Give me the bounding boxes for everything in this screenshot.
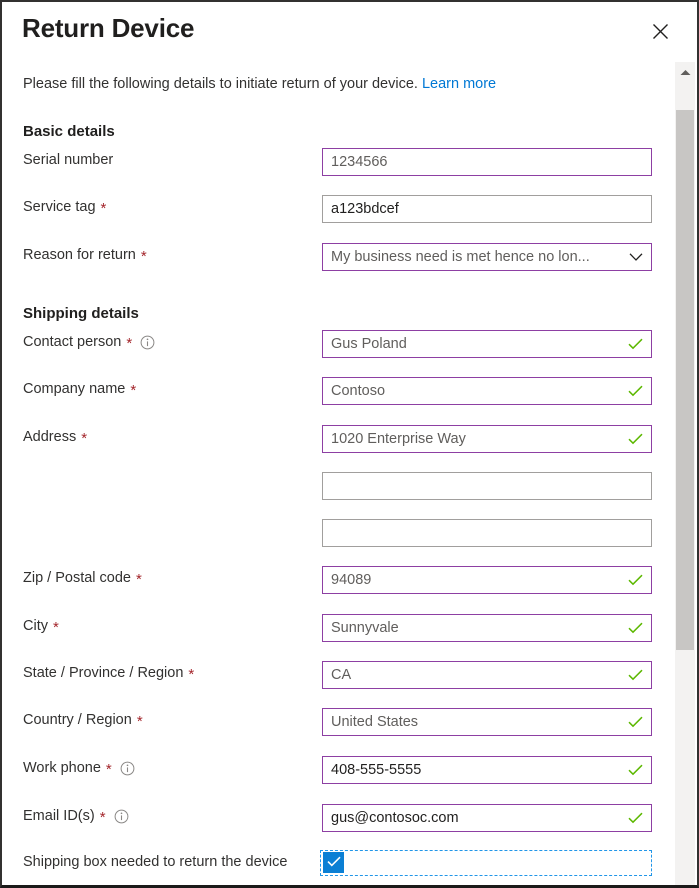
- required-marker: *: [52, 618, 59, 636]
- valid-check-icon: [628, 764, 643, 776]
- input-service-tag-value: a123bdcef: [331, 201, 399, 217]
- required-marker: *: [188, 665, 195, 683]
- input-zip-postal-code-value: 94089: [331, 572, 372, 588]
- required-marker: *: [100, 199, 107, 217]
- close-icon: [652, 23, 669, 40]
- input-address-line-1[interactable]: 1020 Enterprise Way: [322, 425, 652, 453]
- input-country-region-value: United States: [331, 714, 419, 730]
- input-work-phone-value: 408-555-5555: [331, 762, 422, 778]
- input-address-line-1-value: 1020 Enterprise Way: [331, 431, 466, 447]
- intro-text: Please fill the following details to ini…: [23, 76, 418, 92]
- input-country-region[interactable]: United States: [322, 708, 652, 736]
- learn-more-link[interactable]: Learn more: [422, 76, 496, 92]
- valid-check-icon: [628, 385, 643, 397]
- required-marker: *: [126, 334, 133, 352]
- label-service-tag: Service tag *: [23, 199, 107, 217]
- input-address-line-2[interactable]: [322, 472, 652, 500]
- label-shipping-box-needed: Shipping box needed to return the device: [23, 854, 288, 870]
- label-company-name: Company name *: [23, 381, 137, 399]
- label-city: City *: [23, 618, 59, 636]
- dropdown-reason-for-return[interactable]: My business need is met hence no lon...: [322, 243, 652, 271]
- info-icon[interactable]: [140, 335, 155, 350]
- scrollbar-up-button[interactable]: [675, 62, 695, 82]
- valid-check-icon: [628, 338, 643, 350]
- valid-check-icon: [628, 669, 643, 681]
- label-serial-number: Serial number: [23, 152, 114, 168]
- chevron-down-icon: [629, 252, 643, 262]
- label-work-phone: Work phone *: [23, 760, 135, 778]
- valid-check-icon: [628, 574, 643, 586]
- valid-check-icon: [628, 812, 643, 824]
- required-marker: *: [99, 808, 106, 826]
- label-contact-person: Contact person *: [23, 334, 155, 352]
- info-icon[interactable]: [120, 761, 135, 776]
- required-marker: *: [136, 570, 142, 588]
- valid-check-icon: [628, 433, 643, 445]
- input-state-province-region-value: CA: [331, 667, 352, 683]
- intro-text-container: Please fill the following details to ini…: [23, 76, 496, 92]
- required-marker: *: [81, 429, 88, 447]
- input-email-ids[interactable]: gus@contosoc.com: [322, 804, 652, 832]
- label-zip-postal-code: Zip / Postal code *: [23, 570, 142, 588]
- scrollbar[interactable]: [675, 62, 695, 885]
- input-serial-number[interactable]: 1234566: [322, 148, 652, 176]
- shipping-box-focus-outline: [320, 850, 652, 876]
- input-zip-postal-code[interactable]: 94089: [322, 566, 652, 594]
- close-button[interactable]: [645, 16, 675, 46]
- label-state-province-region: State / Province / Region *: [23, 665, 195, 683]
- input-work-phone[interactable]: 408-555-5555: [322, 756, 652, 784]
- checkmark-icon: [326, 854, 341, 872]
- input-email-ids-value: gus@contosoc.com: [331, 810, 459, 826]
- page-title: Return Device: [22, 13, 195, 43]
- info-icon[interactable]: [114, 809, 129, 824]
- required-marker: *: [140, 247, 147, 265]
- scrollbar-thumb[interactable]: [676, 110, 694, 650]
- input-state-province-region[interactable]: CA: [322, 661, 652, 689]
- label-reason-for-return: Reason for return *: [23, 247, 147, 265]
- input-contact-person-value: Gus Poland: [331, 336, 407, 352]
- label-country-region: Country / Region *: [23, 712, 143, 730]
- input-serial-number-value: 1234566: [331, 154, 388, 170]
- return-device-dialog: Return Device Please fill the following …: [0, 0, 699, 888]
- required-marker: *: [136, 712, 143, 730]
- input-contact-person[interactable]: Gus Poland: [322, 330, 652, 358]
- input-service-tag[interactable]: a123bdcef: [322, 195, 652, 223]
- required-marker: *: [130, 381, 137, 399]
- input-city-value: Sunnyvale: [331, 620, 399, 636]
- input-address-line-3[interactable]: [322, 519, 652, 547]
- label-address: Address *: [23, 429, 88, 447]
- dialog-header: Return Device: [2, 2, 697, 60]
- dropdown-reason-for-return-value: My business need is met hence no lon...: [331, 249, 590, 265]
- section-title-basic-details: Basic details: [23, 123, 115, 140]
- chevron-up-icon: [680, 63, 691, 81]
- label-email-ids: Email ID(s) *: [23, 808, 129, 826]
- section-title-shipping-details: Shipping details: [23, 305, 139, 322]
- input-company-name[interactable]: Contoso: [322, 377, 652, 405]
- required-marker: *: [105, 760, 112, 778]
- valid-check-icon: [628, 716, 643, 728]
- input-city[interactable]: Sunnyvale: [322, 614, 652, 642]
- checkbox-shipping-box-needed[interactable]: [323, 852, 344, 873]
- input-company-name-value: Contoso: [331, 383, 386, 399]
- valid-check-icon: [628, 622, 643, 634]
